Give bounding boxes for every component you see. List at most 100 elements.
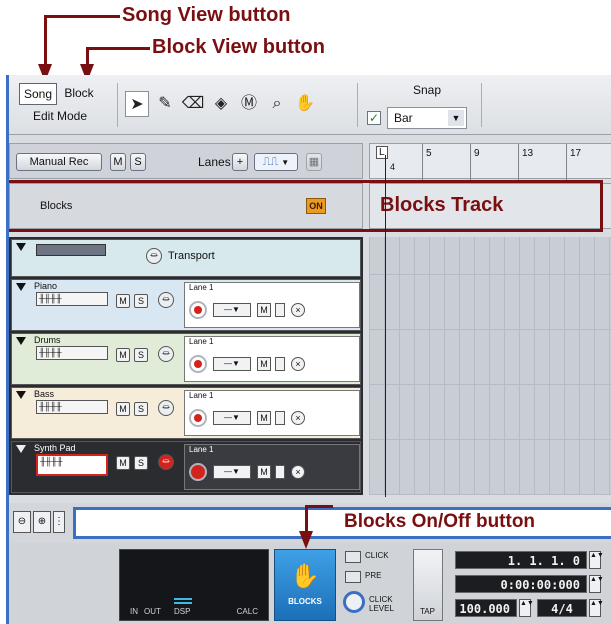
click-level-label: CLICK LEVEL [369, 595, 394, 613]
tempo-display[interactable]: 100.000 [455, 599, 517, 617]
lane-mute-button[interactable]: M [257, 465, 271, 479]
monitor-icon[interactable]: ⏛ [158, 346, 174, 362]
click-toggle[interactable] [345, 551, 361, 563]
mute-button[interactable]: M [116, 456, 130, 470]
synth-pad-track[interactable]: Synth Pad ╫╫╫╫ M S ⏛ Lane 1 —▼ M × [11, 441, 361, 493]
monitor-icon[interactable]: ⏛ [158, 454, 174, 470]
dsp-meter: IN OUT DSP CALC [119, 549, 269, 621]
pencil-tool-icon[interactable]: ✎ [153, 91, 177, 117]
blocks-hand-icon: ✋ [290, 563, 320, 590]
lane-select[interactable]: —▼ [213, 357, 251, 371]
drums-track[interactable]: Drums ╫╫╫╫ M S ⏛ Lane 1 —▼ M × [11, 333, 361, 385]
expand-icon[interactable] [16, 445, 26, 453]
bass-track[interactable]: Bass ╫╫╫╫ M S ⏛ Lane 1 —▼ M × [11, 387, 361, 439]
expand-icon[interactable] [16, 337, 26, 345]
lane-mute-button[interactable]: M [257, 303, 271, 317]
lane[interactable]: Lane 1 —▼ M × [184, 336, 360, 382]
snap-checkbox[interactable]: ✓ [367, 111, 381, 125]
mute-button[interactable]: M [116, 294, 130, 308]
record-enable-button[interactable] [189, 409, 207, 427]
transport-track-name: Transport [168, 250, 215, 262]
lane-mute-button[interactable]: M [257, 357, 271, 371]
transport-track[interactable]: ⏛ Transport [11, 239, 361, 277]
track-name: Bass [34, 389, 55, 399]
mute-button[interactable]: M [116, 402, 130, 416]
lane[interactable]: Lane 1 —▼ M × [184, 444, 360, 490]
master-solo-button[interactable]: S [130, 153, 146, 171]
lane[interactable]: Lane 1 —▼ M × [184, 282, 360, 328]
zoom-out-icon[interactable]: ⊖ [13, 511, 31, 533]
record-enable-button[interactable] [189, 301, 207, 319]
dsp-level-bar [174, 598, 192, 604]
playhead[interactable] [385, 155, 386, 497]
solo-button[interactable]: S [134, 294, 148, 308]
lane-solo-button[interactable] [275, 357, 285, 371]
automation-select[interactable]: ⎍⎍ ▼ [254, 153, 298, 171]
signature-stepper[interactable]: ▲▼ [589, 599, 604, 617]
razor-tool-icon[interactable]: ◈ [209, 91, 233, 117]
tap-button[interactable]: TAP [413, 549, 443, 621]
precount-toggle[interactable] [345, 571, 361, 583]
blocks-onoff-arrow [299, 531, 313, 549]
disabled-button: ▦ [306, 153, 322, 171]
record-enable-button[interactable] [189, 355, 207, 373]
master-mute-button[interactable]: M [110, 153, 126, 171]
expand-icon[interactable] [16, 283, 26, 291]
delete-lane-icon[interactable]: × [291, 411, 305, 425]
lane[interactable]: Lane 1 —▼ M × [184, 390, 360, 436]
block-view-callout: Block View button [152, 36, 325, 58]
eraser-tool-icon[interactable]: ⌫ [181, 91, 205, 117]
toolbar-divider [117, 83, 118, 127]
blocks-onoff-button[interactable]: ✋ BLOCKS [274, 549, 336, 621]
solo-button[interactable]: S [134, 402, 148, 416]
sequencer-grid[interactable] [369, 237, 611, 495]
pointer-tool-icon[interactable]: ➤ [125, 91, 149, 117]
lane-solo-button[interactable] [275, 303, 285, 317]
delete-lane-icon[interactable]: × [291, 303, 305, 317]
ruler-label-17: 17 [570, 148, 582, 159]
monitor-icon[interactable]: ⏛ [158, 292, 174, 308]
lane-solo-button[interactable] [275, 411, 285, 425]
transport-knob-icon[interactable]: ⏛ [146, 248, 162, 264]
ruler-label-5: 5 [426, 148, 432, 159]
record-enable-button[interactable] [189, 463, 207, 481]
add-lane-button[interactable]: + [232, 153, 248, 171]
delete-lane-icon[interactable]: × [291, 357, 305, 371]
dsp-label: DSP [174, 607, 191, 616]
timeline-ruler[interactable]: L 4 5 9 13 17 [369, 143, 611, 180]
snap-select[interactable]: Bar ▼ [387, 107, 467, 129]
magnify-tool-icon[interactable]: ⌕ [265, 91, 289, 117]
mute-tool-icon[interactable]: Ⓜ [237, 91, 261, 117]
solo-button[interactable]: S [134, 348, 148, 362]
lane-select[interactable]: —▼ [213, 303, 251, 317]
zoom-in-icon[interactable]: ⊕ [33, 511, 51, 533]
horizontal-scroll[interactable]: Blocks On/Off button [73, 507, 611, 539]
lane-select[interactable]: —▼ [213, 411, 251, 425]
mute-button[interactable]: M [116, 348, 130, 362]
chevron-down-icon: ▼ [448, 110, 464, 126]
piano-track[interactable]: Piano ╫╫╫╫ M S ⏛ Lane 1 —▼ M × [11, 279, 361, 331]
tempo-stepper[interactable]: ▲▼ [519, 599, 534, 617]
expand-icon[interactable] [16, 243, 26, 251]
time-display[interactable]: 0:00:00:000 [455, 575, 587, 593]
expand-icon[interactable] [16, 391, 26, 399]
block-view-button[interactable]: Block [59, 83, 99, 105]
lane-name: Lane 1 [189, 283, 214, 292]
lane-select[interactable]: —▼ [213, 465, 251, 479]
tap-label: TAP [420, 607, 435, 616]
delete-lane-icon[interactable]: × [291, 465, 305, 479]
time-stepper[interactable]: ▲▼ [589, 575, 604, 593]
lane-solo-button[interactable] [275, 465, 285, 479]
position-display[interactable]: 1. 1. 1. 0 [455, 551, 587, 569]
lane-mute-button[interactable]: M [257, 411, 271, 425]
hand-tool-icon[interactable]: ✋ [293, 91, 317, 117]
click-level-knob[interactable] [343, 591, 365, 613]
ruler-label-9: 9 [474, 148, 480, 159]
manual-rec-button[interactable]: Manual Rec [16, 153, 102, 171]
monitor-icon[interactable]: ⏛ [158, 400, 174, 416]
solo-button[interactable]: S [134, 456, 148, 470]
zoom-handle[interactable]: ⋮ [53, 511, 65, 533]
position-stepper[interactable]: ▲▼ [589, 551, 604, 569]
signature-display[interactable]: 4/4 [537, 599, 587, 617]
song-view-button[interactable]: Song [19, 83, 57, 105]
